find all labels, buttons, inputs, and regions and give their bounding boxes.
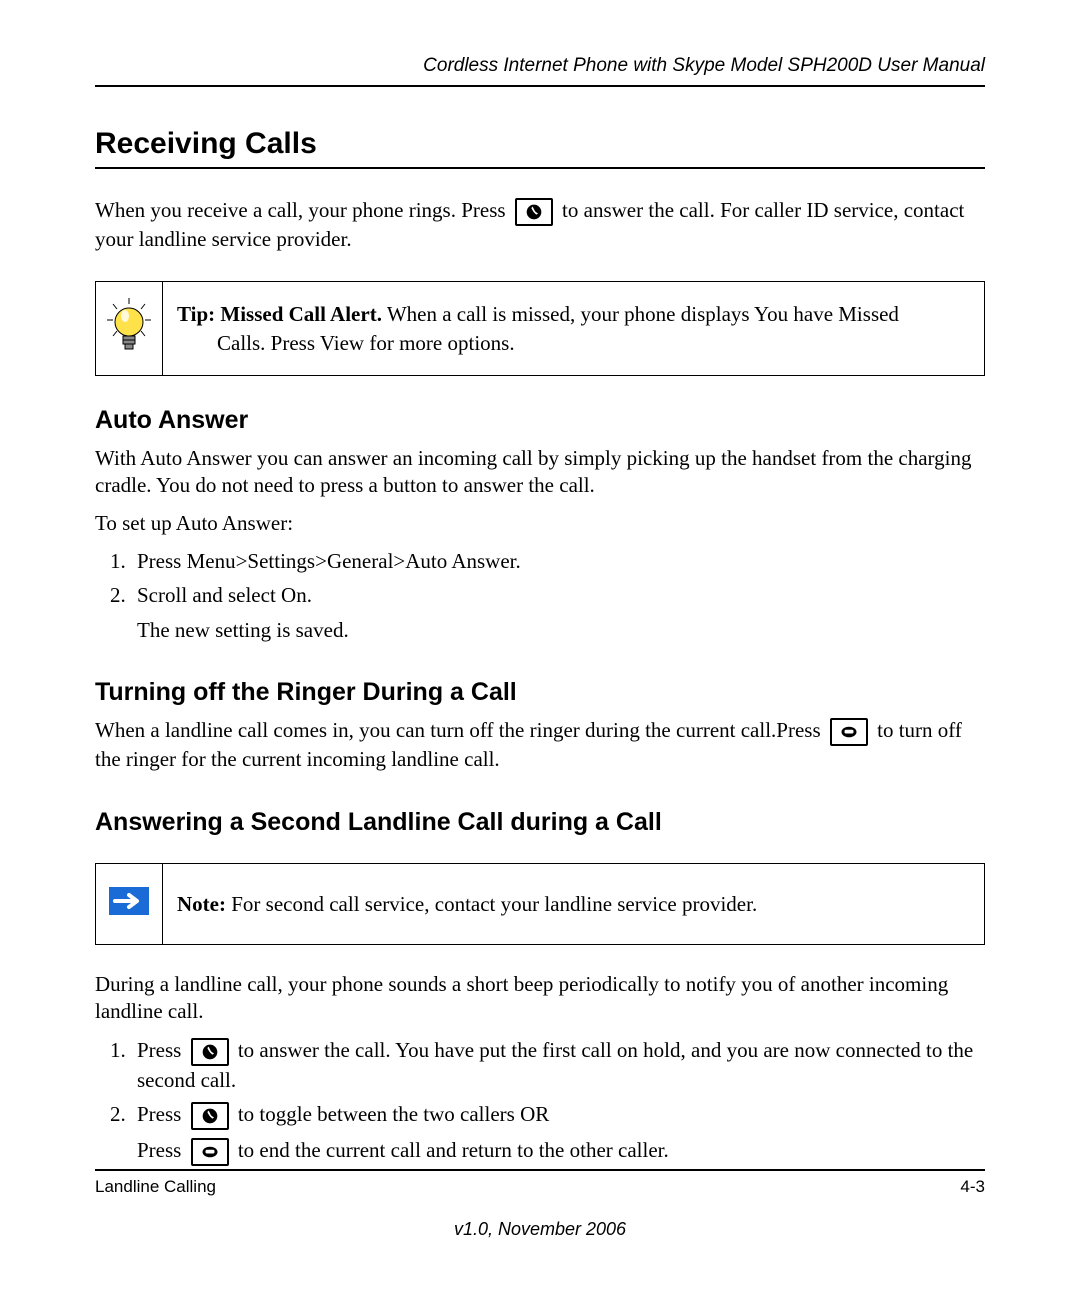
ringer-off-heading: Turning off the Ringer During a Call xyxy=(95,678,985,707)
note-callout: Note: For second call service, contact y… xyxy=(95,863,985,945)
ringer-off-paragraph: When a landline call comes in, you can t… xyxy=(95,717,985,773)
list-item: Press to answer the call. You have put t… xyxy=(131,1036,985,1095)
tip-line1: When a call is missed, your phone displa… xyxy=(382,302,899,326)
list-item: Press Menu>Settings>General>Auto Answer. xyxy=(131,547,985,575)
running-header: Cordless Internet Phone with Skype Model… xyxy=(95,55,985,77)
tip-callout: Tip: Missed Call Alert. When a call is m… xyxy=(95,281,985,376)
tip-text: Tip: Missed Call Alert. When a call is m… xyxy=(163,282,917,375)
page-title: Receiving Calls xyxy=(95,127,985,169)
talk-key-icon xyxy=(191,1102,229,1130)
footer-section: Landline Calling xyxy=(95,1177,216,1197)
ringer-text-before: When a landline call comes in, you can t… xyxy=(95,718,826,742)
step2b: Press to end the current call and return… xyxy=(137,1136,985,1166)
step-text: Press Menu>Settings>General>Auto Answer. xyxy=(137,549,521,573)
manual-page: Cordless Internet Phone with Skype Model… xyxy=(0,0,1080,1296)
step-text: Scroll and select On. xyxy=(137,583,312,607)
auto-answer-p1: With Auto Answer you can answer an incom… xyxy=(95,445,985,500)
intro-text-before: When you receive a call, your phone ring… xyxy=(95,198,511,222)
end-key-icon xyxy=(191,1138,229,1166)
talk-key-icon xyxy=(515,198,553,226)
step1-after: to answer the call. You have put the fir… xyxy=(137,1038,973,1092)
step1-before: Press xyxy=(137,1038,187,1062)
list-item: Scroll and select On. The new setting is… xyxy=(131,581,985,644)
second-call-p1: During a landline call, your phone sound… xyxy=(95,971,985,1026)
note-text: Note: For second call service, contact y… xyxy=(163,864,775,944)
note-bold: Note: xyxy=(177,892,226,916)
list-item: Press to toggle between the two callers … xyxy=(131,1100,985,1166)
header-rule xyxy=(95,85,985,87)
auto-answer-heading: Auto Answer xyxy=(95,406,985,435)
step2b-before: Press xyxy=(137,1138,187,1162)
second-call-steps: Press to answer the call. You have put t… xyxy=(95,1036,985,1167)
footer-rule xyxy=(95,1169,985,1171)
intro-paragraph: When you receive a call, your phone ring… xyxy=(95,197,985,253)
end-key-icon xyxy=(830,718,868,746)
page-footer: Landline Calling 4-3 v1.0, November 2006 xyxy=(95,1169,985,1240)
note-icon-cell xyxy=(96,864,163,944)
note-rest: For second call service, contact your la… xyxy=(226,892,757,916)
step2-before: Press xyxy=(137,1102,187,1126)
step-result: The new setting is saved. xyxy=(137,616,985,644)
footer-page-number: 4-3 xyxy=(960,1177,985,1197)
tip-icon-cell xyxy=(96,282,163,375)
tip-bold: Tip: Missed Call Alert. xyxy=(177,302,382,326)
tip-line2: Calls. Press View for more options. xyxy=(217,329,899,357)
auto-answer-p2: To set up Auto Answer: xyxy=(95,510,985,537)
talk-key-icon xyxy=(191,1038,229,1066)
step2b-after: to end the current call and return to th… xyxy=(238,1138,669,1162)
arrow-right-icon xyxy=(109,887,149,920)
step2-after: to toggle between the two callers OR xyxy=(238,1102,549,1126)
second-call-heading: Answering a Second Landline Call during … xyxy=(95,808,985,837)
lightbulb-icon xyxy=(103,296,155,361)
footer-version: v1.0, November 2006 xyxy=(95,1219,985,1240)
auto-answer-steps: Press Menu>Settings>General>Auto Answer.… xyxy=(95,547,985,644)
